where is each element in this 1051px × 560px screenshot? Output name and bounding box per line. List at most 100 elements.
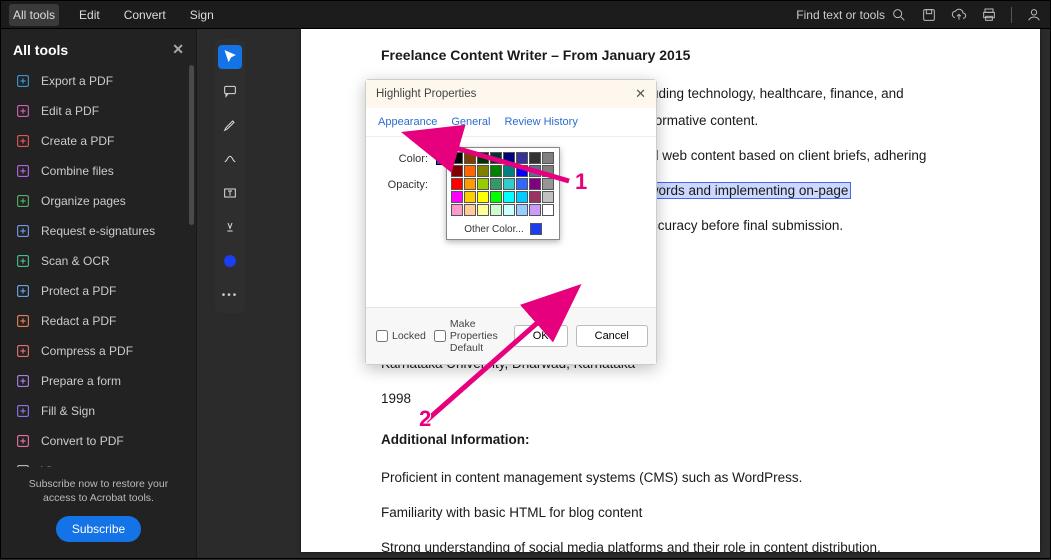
sidebar-item-form[interactable]: Prepare a form [1, 366, 196, 396]
menu-edit[interactable]: Edit [75, 4, 104, 26]
palette-color[interactable] [542, 178, 554, 190]
palette-color[interactable] [464, 191, 476, 203]
palette-color[interactable] [542, 152, 554, 164]
print-icon[interactable] [981, 7, 997, 23]
sidebar-item-label: Scan & OCR [41, 254, 110, 268]
palette-color[interactable] [529, 152, 541, 164]
doc-heading: Freelance Content Writer – From January … [381, 47, 1000, 63]
sidebar-scrollbar[interactable] [189, 65, 194, 225]
text-box-tool[interactable] [218, 181, 242, 205]
palette-color[interactable] [464, 204, 476, 216]
palette-color[interactable] [464, 152, 476, 164]
palette-color[interactable] [529, 178, 541, 190]
sidebar-item-organize[interactable]: Organize pages [1, 186, 196, 216]
palette-color[interactable] [451, 165, 463, 177]
draw-tool[interactable] [218, 147, 242, 171]
ok-button[interactable]: OK [514, 325, 568, 347]
palette-color[interactable] [451, 191, 463, 203]
sidebar-item-export[interactable]: Export a PDF [1, 66, 196, 96]
dialog-close-icon[interactable]: ✕ [635, 86, 646, 102]
tools-list: Export a PDF Edit a PDF Create a PDF Com… [1, 66, 196, 467]
doc-b3: Strong understanding of social media pla… [381, 537, 1000, 552]
cancel-button[interactable]: Cancel [576, 325, 648, 347]
doc-line-1a: uding technology, healthcare, finance, a… [651, 83, 1000, 106]
palette-color[interactable] [503, 178, 515, 190]
palette-color[interactable] [503, 191, 515, 203]
palette-color[interactable] [464, 178, 476, 190]
palette-color[interactable] [490, 165, 502, 177]
subscribe-message: Subscribe now to restore your access to … [13, 477, 184, 506]
cloud-upload-icon[interactable] [951, 7, 967, 23]
top-menu-bar: All tools Edit Convert Sign Find text or… [1, 1, 1050, 29]
organize-icon [15, 193, 31, 209]
sidebar-item-protect[interactable]: Protect a PDF [1, 276, 196, 306]
close-panel-icon[interactable]: ✕ [172, 41, 184, 58]
palette-color[interactable] [503, 152, 515, 164]
form-icon [15, 373, 31, 389]
palette-color[interactable] [477, 152, 489, 164]
palette-color[interactable] [490, 204, 502, 216]
palette-color[interactable] [542, 204, 554, 216]
sidebar-item-combine[interactable]: Combine files [1, 156, 196, 186]
save-icon[interactable] [921, 7, 937, 23]
palette-color[interactable] [516, 152, 528, 164]
palette-color[interactable] [516, 191, 528, 203]
search-icon [891, 7, 907, 23]
palette-color[interactable] [490, 191, 502, 203]
sidebar-item-label: Compress a PDF [41, 344, 133, 358]
highlighted-text[interactable]: ywords and implementing on-page [639, 182, 851, 199]
palette-color[interactable] [490, 152, 502, 164]
sidebar-item-label: Create a PDF [41, 134, 114, 148]
palette-color[interactable] [529, 165, 541, 177]
menu-sign[interactable]: Sign [186, 4, 218, 26]
sidebar-item-create[interactable]: Create a PDF [1, 126, 196, 156]
sidebar-item-compress[interactable]: Compress a PDF [1, 336, 196, 366]
palette-color[interactable] [477, 191, 489, 203]
profile-icon[interactable] [1026, 7, 1042, 23]
palette-color[interactable] [477, 178, 489, 190]
other-color-option[interactable]: Other Color... [451, 220, 555, 235]
locked-checkbox[interactable]: Locked [376, 330, 426, 342]
palette-color[interactable] [529, 191, 541, 203]
comment-tool[interactable] [218, 79, 242, 103]
sidebar-item-convert[interactable]: Convert to PDF [1, 426, 196, 456]
tab-appearance[interactable]: Appearance [378, 112, 437, 132]
sidebar-item-more[interactable]: View more [1, 456, 196, 467]
sidebar-item-label: Export a PDF [41, 74, 113, 88]
color-indicator[interactable] [218, 249, 242, 273]
sidebar-item-redact[interactable]: Redact a PDF [1, 306, 196, 336]
palette-color[interactable] [451, 178, 463, 190]
palette-color[interactable] [451, 152, 463, 164]
select-tool[interactable] [218, 45, 242, 69]
tab-review-history[interactable]: Review History [504, 112, 577, 132]
palette-color[interactable] [503, 165, 515, 177]
sidebar-item-fill[interactable]: Fill & Sign [1, 396, 196, 426]
subscribe-button[interactable]: Subscribe [56, 516, 141, 542]
underline-tool[interactable] [218, 215, 242, 239]
palette-color[interactable] [542, 191, 554, 203]
sidebar-item-label: Prepare a form [41, 374, 121, 388]
sidebar-item-edit[interactable]: Edit a PDF [1, 96, 196, 126]
sidebar-item-scan[interactable]: Scan & OCR [1, 246, 196, 276]
palette-color[interactable] [490, 178, 502, 190]
find-text-or-tools[interactable]: Find text or tools [796, 7, 907, 23]
palette-color[interactable] [516, 178, 528, 190]
menu-all-tools[interactable]: All tools [9, 4, 59, 26]
sidebar-item-sign[interactable]: Request e-signatures [1, 216, 196, 246]
make-default-checkbox[interactable]: Make Properties Default [434, 318, 498, 354]
palette-color[interactable] [464, 165, 476, 177]
compress-icon [15, 343, 31, 359]
palette-color[interactable] [529, 204, 541, 216]
palette-color[interactable] [516, 165, 528, 177]
palette-color[interactable] [477, 204, 489, 216]
palette-color[interactable] [451, 204, 463, 216]
palette-color[interactable] [477, 165, 489, 177]
highlight-tool[interactable] [218, 113, 242, 137]
palette-color[interactable] [503, 204, 515, 216]
more-tools[interactable]: ••• [218, 283, 242, 307]
palette-color[interactable] [542, 165, 554, 177]
palette-color[interactable] [516, 204, 528, 216]
menu-convert[interactable]: Convert [120, 4, 170, 26]
menu-group: All tools Edit Convert Sign [9, 4, 218, 26]
tab-general[interactable]: General [451, 112, 490, 132]
